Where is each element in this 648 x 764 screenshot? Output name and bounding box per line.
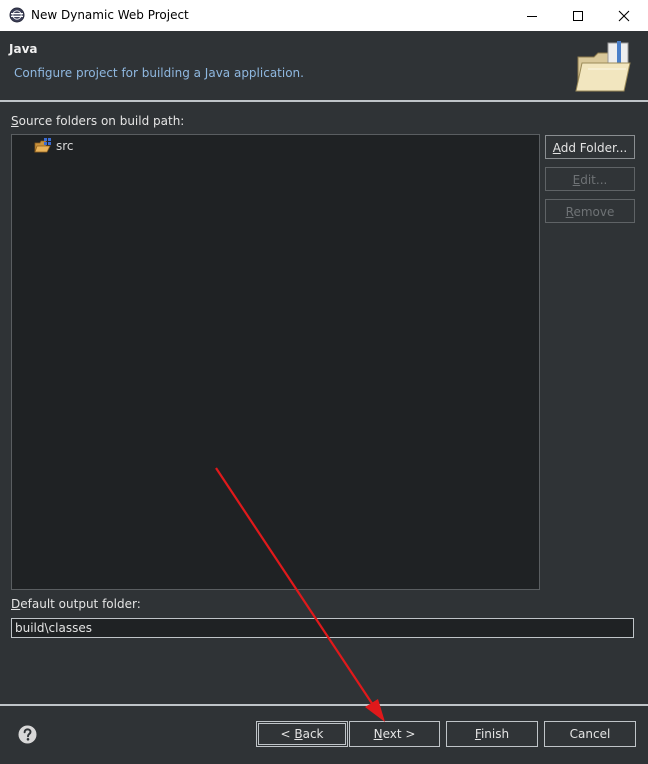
footer-separator <box>0 704 648 706</box>
edit-button[interactable]: Edit... <box>545 167 635 191</box>
default-output-folder-input[interactable]: build\classes <box>11 618 634 638</box>
maximize-button[interactable] <box>555 0 601 31</box>
minimize-button[interactable] <box>509 0 555 31</box>
window-title: New Dynamic Web Project <box>31 8 189 22</box>
close-button[interactable] <box>601 0 647 31</box>
window-titlebar: New Dynamic Web Project <box>0 0 648 31</box>
add-folder-button[interactable]: Add Folder... <box>545 135 635 159</box>
page-title: Java <box>9 42 38 56</box>
minimize-icon <box>527 16 537 17</box>
close-icon <box>618 10 630 22</box>
maximize-icon <box>573 11 583 21</box>
source-folders-tree[interactable]: src <box>11 134 540 590</box>
folder-wizard-icon <box>568 39 640 97</box>
next-button[interactable]: Next > <box>349 721 440 747</box>
arrow-head <box>365 699 385 722</box>
back-button[interactable]: < Back <box>256 721 348 747</box>
eclipse-app-icon <box>9 7 25 23</box>
wizard-header: Java Configure project for building a Ja… <box>0 31 648 100</box>
source-folder-icon <box>34 138 52 154</box>
page-description: Configure project for building a Java ap… <box>14 66 304 80</box>
tree-item-label: src <box>56 139 74 153</box>
header-separator <box>0 100 648 102</box>
finish-button[interactable]: Finish <box>446 721 538 747</box>
default-output-folder-label: Default output folder: <box>11 597 141 611</box>
cancel-button[interactable]: Cancel <box>544 721 636 747</box>
source-folders-label: Source folders on build path: <box>11 114 185 128</box>
remove-button[interactable]: Remove <box>545 199 635 223</box>
help-icon[interactable] <box>18 725 37 744</box>
